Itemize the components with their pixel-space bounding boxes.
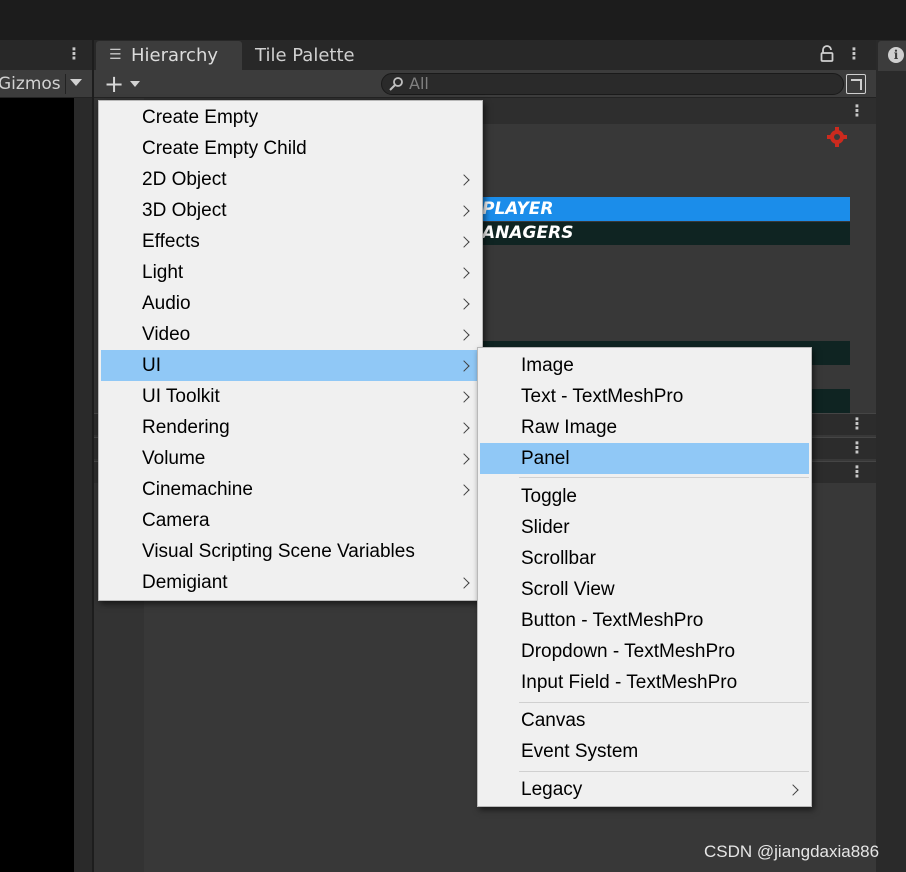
hierarchy-row-player-label: PLAYER xyxy=(482,199,554,219)
watermark: CSDN @jiangdaxia886 xyxy=(704,842,880,861)
plus-icon[interactable]: + xyxy=(104,72,124,96)
menu-item-visual-scripting-scene-variables[interactable]: Visual Scripting Scene Variables xyxy=(142,536,415,567)
submenu-item-scrollbar[interactable]: Scrollbar xyxy=(521,543,596,574)
menu-separator xyxy=(519,702,809,703)
menu-item-2d-object[interactable]: 2D Object xyxy=(142,164,226,195)
menu-item-light[interactable]: Light xyxy=(142,257,183,288)
menu-item-camera[interactable]: Camera xyxy=(142,505,210,536)
menu-item-ui[interactable]: UI xyxy=(142,350,161,381)
inspector-strip xyxy=(876,40,906,872)
search-icon xyxy=(389,77,403,91)
gizmos-dropdown-icon[interactable] xyxy=(70,79,82,86)
section-menu-icon[interactable]: ⋮ xyxy=(849,437,865,459)
gizmos-button[interactable]: Gizmos xyxy=(0,74,61,94)
menu-separator xyxy=(519,477,809,478)
menu-item-volume[interactable]: Volume xyxy=(142,443,205,474)
tab-tile-palette[interactable]: Tile Palette xyxy=(255,45,355,67)
hierarchy-row-managers-label: ANAGERS xyxy=(482,223,574,243)
search-placeholder: All xyxy=(409,74,429,93)
tab-hierarchy-label[interactable]: Hierarchy xyxy=(131,45,218,67)
menu-item-video[interactable]: Video xyxy=(142,319,190,350)
toolbar-divider xyxy=(65,74,66,94)
submenu-item-dropdown-textmeshpro[interactable]: Dropdown - TextMeshPro xyxy=(521,636,735,667)
submenu-item-event-system[interactable]: Event System xyxy=(521,736,638,767)
submenu-item-button-textmeshpro[interactable]: Button - TextMeshPro xyxy=(521,605,703,636)
scene-view[interactable] xyxy=(0,98,74,872)
section-menu-icon[interactable]: ⋮ xyxy=(849,461,865,483)
maximize-icon[interactable] xyxy=(846,74,866,94)
scene-settings-icon[interactable] xyxy=(826,126,850,148)
submenu-item-legacy[interactable]: Legacy xyxy=(521,774,582,805)
hierarchy-panel-menu-icon[interactable]: ⋮ xyxy=(846,44,862,64)
menu-item-cinemachine[interactable]: Cinemachine xyxy=(142,474,253,505)
menu-item-create-empty-child[interactable]: Create Empty Child xyxy=(142,133,307,164)
list-icon: ☰ xyxy=(109,47,122,63)
submenu-item-raw-image[interactable]: Raw Image xyxy=(521,412,617,443)
info-icon[interactable]: i xyxy=(888,47,904,63)
section-menu-icon[interactable]: ⋮ xyxy=(849,413,865,435)
menu-item-rendering[interactable]: Rendering xyxy=(142,412,230,443)
menu-separator xyxy=(519,771,809,772)
menu-item-audio[interactable]: Audio xyxy=(142,288,191,319)
submenu-item-image[interactable]: Image xyxy=(521,350,574,381)
scene-panel-menu-icon[interactable]: ⋮ xyxy=(66,44,82,64)
menu-item-ui-toolkit[interactable]: UI Toolkit xyxy=(142,381,220,412)
scene-row-menu-icon[interactable]: ⋮ xyxy=(849,100,865,122)
submenu-item-input-field-textmeshpro[interactable]: Input Field - TextMeshPro xyxy=(521,667,737,698)
submenu-item-slider[interactable]: Slider xyxy=(521,512,570,543)
menu-item-3d-object[interactable]: 3D Object xyxy=(142,195,226,226)
lock-icon[interactable] xyxy=(820,45,834,63)
create-dropdown-icon[interactable] xyxy=(130,81,140,87)
editor-top-bar xyxy=(0,0,906,40)
menu-item-create-empty[interactable]: Create Empty xyxy=(142,102,258,133)
menu-item-effects[interactable]: Effects xyxy=(142,226,200,257)
hierarchy-search-input[interactable] xyxy=(381,73,844,95)
menu-item-demigiant[interactable]: Demigiant xyxy=(142,567,228,598)
submenu-item-toggle[interactable]: Toggle xyxy=(521,481,577,512)
submenu-item-text-textmeshpro[interactable]: Text - TextMeshPro xyxy=(521,381,683,412)
submenu-item-scroll-view[interactable]: Scroll View xyxy=(521,574,615,605)
scene-scrollbar[interactable] xyxy=(74,98,92,872)
submenu-item-panel[interactable]: Panel xyxy=(521,443,570,474)
submenu-item-canvas[interactable]: Canvas xyxy=(521,705,585,736)
